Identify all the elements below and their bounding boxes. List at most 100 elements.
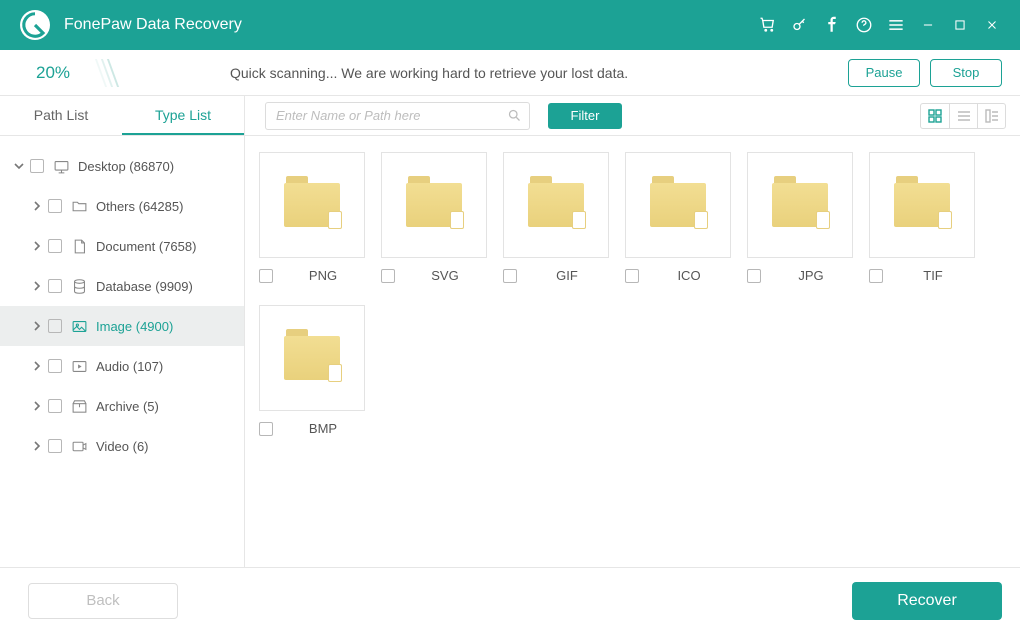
view-mode-switch [920, 103, 1006, 129]
expand-icon[interactable] [30, 399, 44, 414]
tree-item-folder[interactable]: Others (64285) [0, 186, 244, 226]
close-icon[interactable] [976, 9, 1008, 41]
tab-type-list[interactable]: Type List [122, 96, 244, 135]
expand-icon[interactable] [30, 239, 44, 254]
main: Filter PNG SVG GIF ICO JPG TIF BMP [245, 96, 1020, 567]
folder-icon [406, 183, 462, 227]
file-grid: PNG SVG GIF ICO JPG TIF BMP [245, 136, 1020, 452]
tree-item-db[interactable]: Database (9909) [0, 266, 244, 306]
image-icon [70, 317, 88, 335]
grid-item-label: BMP [281, 421, 365, 436]
db-icon [70, 277, 88, 295]
recover-button[interactable]: Recover [852, 582, 1002, 620]
grid-item-label: JPG [769, 268, 853, 283]
app-title: FonePaw Data Recovery [64, 16, 752, 34]
grid-item[interactable]: PNG [259, 152, 365, 283]
maximize-icon[interactable] [944, 9, 976, 41]
progress-bar: 20% Quick scanning... We are working har… [0, 50, 1020, 96]
checkbox[interactable] [625, 269, 639, 283]
tree-root[interactable]: Desktop (86870) [0, 146, 244, 186]
checkbox[interactable] [259, 269, 273, 283]
grid-item-label: TIF [891, 268, 975, 283]
view-detail-icon[interactable] [977, 104, 1005, 128]
tree-item-doc[interactable]: Document (7658) [0, 226, 244, 266]
checkbox[interactable] [747, 269, 761, 283]
folder-thumbnail [747, 152, 853, 258]
titlebar: FonePaw Data Recovery [0, 0, 1020, 50]
help-icon[interactable] [848, 9, 880, 41]
key-icon[interactable] [784, 9, 816, 41]
grid-item[interactable]: JPG [747, 152, 853, 283]
folder-thumbnail [625, 152, 731, 258]
checkbox[interactable] [48, 359, 62, 373]
pause-button[interactable]: Pause [848, 59, 920, 87]
doc-icon [70, 237, 88, 255]
tree: Desktop (86870) Others (64285) Document (… [0, 136, 244, 476]
grid-item-label: SVG [403, 268, 487, 283]
tree-label: Others (64285) [96, 199, 183, 214]
folder-icon [70, 197, 88, 215]
expand-icon[interactable] [30, 359, 44, 374]
footer: Back Recover [0, 567, 1020, 633]
tab-path-list[interactable]: Path List [0, 96, 122, 135]
tree-label: Image (4900) [96, 319, 173, 334]
grid-item-label: PNG [281, 268, 365, 283]
search-icon[interactable] [507, 108, 522, 126]
folder-icon [284, 336, 340, 380]
tree-label: Audio (107) [96, 359, 163, 374]
checkbox[interactable] [48, 279, 62, 293]
tree-item-archive[interactable]: Archive (5) [0, 386, 244, 426]
folder-icon [284, 183, 340, 227]
checkbox[interactable] [869, 269, 883, 283]
search-box [265, 102, 530, 130]
progress-status: Quick scanning... We are working hard to… [230, 65, 628, 81]
view-list-icon[interactable] [949, 104, 977, 128]
grid-item[interactable]: GIF [503, 152, 609, 283]
cart-icon[interactable] [752, 9, 784, 41]
tree-item-image[interactable]: Image (4900) [0, 306, 244, 346]
expand-icon[interactable] [30, 439, 44, 454]
checkbox[interactable] [48, 439, 62, 453]
archive-icon [70, 397, 88, 415]
tree-label: Document (7658) [96, 239, 196, 254]
expand-icon[interactable] [30, 279, 44, 294]
facebook-icon[interactable] [816, 9, 848, 41]
folder-thumbnail [503, 152, 609, 258]
folder-thumbnail [259, 305, 365, 411]
checkbox[interactable] [48, 399, 62, 413]
grid-item[interactable]: BMP [259, 305, 365, 436]
grid-item-label: GIF [525, 268, 609, 283]
minimize-icon[interactable] [912, 9, 944, 41]
progress-percent: 20% [36, 63, 70, 83]
checkbox[interactable] [48, 319, 62, 333]
checkbox[interactable] [503, 269, 517, 283]
checkbox[interactable] [381, 269, 395, 283]
menu-icon[interactable] [880, 9, 912, 41]
back-button[interactable]: Back [28, 583, 178, 619]
tree-item-audio[interactable]: Audio (107) [0, 346, 244, 386]
progress-arrows-icon [90, 50, 108, 95]
search-input[interactable] [265, 102, 530, 130]
collapse-icon[interactable] [12, 159, 26, 174]
checkbox[interactable] [30, 159, 44, 173]
expand-icon[interactable] [30, 199, 44, 214]
grid-item[interactable]: SVG [381, 152, 487, 283]
folder-icon [772, 183, 828, 227]
tree-item-video[interactable]: Video (6) [0, 426, 244, 466]
grid-item[interactable]: TIF [869, 152, 975, 283]
folder-thumbnail [869, 152, 975, 258]
checkbox[interactable] [259, 422, 273, 436]
video-icon [70, 437, 88, 455]
checkbox[interactable] [48, 239, 62, 253]
checkbox[interactable] [48, 199, 62, 213]
view-grid-icon[interactable] [921, 104, 949, 128]
expand-icon[interactable] [30, 319, 44, 334]
folder-thumbnail [381, 152, 487, 258]
filter-button[interactable]: Filter [548, 103, 622, 129]
toolbar: Filter [245, 96, 1020, 136]
grid-item-label: ICO [647, 268, 731, 283]
grid-item[interactable]: ICO [625, 152, 731, 283]
folder-icon [650, 183, 706, 227]
tree-label: Database (9909) [96, 279, 193, 294]
stop-button[interactable]: Stop [930, 59, 1002, 87]
